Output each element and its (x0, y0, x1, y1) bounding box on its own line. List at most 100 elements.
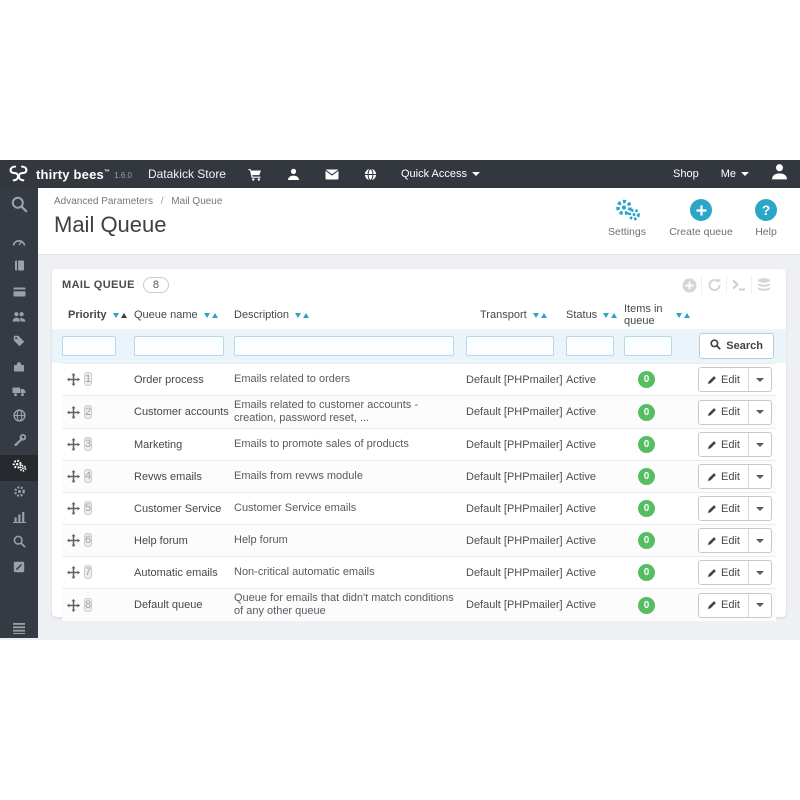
database-icon[interactable] (751, 276, 776, 294)
column-header-transport[interactable]: Transport (466, 309, 566, 321)
column-header-status[interactable]: Status (566, 309, 624, 321)
store-name[interactable]: Datakick Store (148, 167, 226, 181)
globe-icon[interactable] (364, 167, 377, 181)
sort-asc-icon[interactable] (303, 312, 310, 318)
sidebar-item-customers[interactable] (0, 305, 38, 330)
edit-split-button[interactable]: Edit (698, 496, 772, 521)
edit-split-button[interactable]: Edit (698, 367, 772, 392)
edit-split-button[interactable]: Edit (698, 592, 772, 618)
sort-icons[interactable] (112, 312, 127, 318)
help-button[interactable]: ? Help (746, 197, 786, 238)
sidebar-item-price-rules[interactable] (0, 330, 38, 355)
sidebar-item-preferences[interactable] (0, 481, 38, 506)
sidebar-item-localization[interactable] (0, 405, 38, 430)
edit-button[interactable]: Edit (699, 594, 748, 617)
sidebar-item-shipping[interactable] (0, 380, 38, 405)
sort-asc-icon[interactable] (611, 312, 618, 318)
drag-handle-icon[interactable] (62, 598, 84, 612)
drag-handle-icon[interactable] (62, 502, 84, 515)
table-row[interactable]: 8 Default queue Queue for emails that di… (62, 588, 776, 621)
edit-button[interactable]: Edit (699, 401, 748, 424)
table-row[interactable]: 7 Automatic emails Non-critical automati… (62, 556, 776, 588)
edit-button[interactable]: Edit (699, 433, 748, 456)
filter-status-input[interactable] (566, 336, 614, 356)
sidebar-item-tools[interactable] (0, 430, 38, 455)
drag-handle-icon[interactable] (62, 470, 84, 483)
user-icon[interactable] (287, 168, 300, 181)
sort-desc-icon[interactable] (676, 312, 682, 318)
sidebar-item-modules[interactable] (0, 355, 38, 380)
table-row[interactable]: 1 Order process Emails related to orders… (62, 363, 776, 395)
column-header-items-in-queue[interactable]: Items in queue (624, 303, 690, 327)
drag-handle-icon[interactable] (62, 373, 84, 386)
table-row[interactable]: 3 Marketing Emails to promote sales of p… (62, 428, 776, 460)
sidebar-collapse-toggle[interactable] (0, 617, 38, 642)
sort-icons[interactable] (203, 312, 218, 318)
edit-dropdown-toggle[interactable] (748, 529, 771, 552)
refresh-icon[interactable] (701, 276, 726, 294)
sort-desc-icon[interactable] (203, 312, 210, 318)
table-row[interactable]: 4 Revws emails Emails from revws module … (62, 460, 776, 492)
sort-desc-icon[interactable] (532, 312, 539, 318)
column-header-queue-name[interactable]: Queue name (134, 309, 234, 321)
cart-icon[interactable] (248, 168, 262, 181)
edit-dropdown-toggle[interactable] (748, 433, 771, 456)
column-header-description[interactable]: Description (234, 309, 466, 321)
edit-button[interactable]: Edit (699, 368, 748, 391)
edit-split-button[interactable]: Edit (698, 399, 772, 425)
filter-items-input[interactable] (624, 336, 672, 356)
brand-name[interactable]: thirty bees™ (36, 167, 110, 182)
drag-handle-icon[interactable] (62, 438, 84, 451)
breadcrumb-parent[interactable]: Advanced Parameters (54, 196, 153, 207)
filter-queue-name-input[interactable] (134, 336, 224, 356)
edit-split-button[interactable]: Edit (698, 560, 772, 585)
sidebar-item-dashboard[interactable] (0, 230, 38, 255)
sort-desc-icon[interactable] (112, 312, 119, 318)
drag-handle-icon[interactable] (62, 566, 84, 579)
settings-button[interactable]: Settings (598, 197, 656, 238)
sort-asc-icon[interactable] (684, 312, 690, 318)
edit-split-button[interactable]: Edit (698, 432, 772, 457)
edit-button[interactable]: Edit (699, 465, 748, 488)
sort-icons[interactable] (603, 312, 618, 318)
sidebar-item-orders[interactable] (0, 280, 38, 305)
sort-desc-icon[interactable] (603, 312, 610, 318)
sort-icons[interactable] (676, 312, 690, 318)
envelope-icon[interactable] (325, 169, 339, 180)
add-icon[interactable] (677, 276, 701, 294)
edit-dropdown-toggle[interactable] (748, 400, 771, 424)
edit-dropdown-toggle[interactable] (748, 561, 771, 584)
sort-icons[interactable] (532, 312, 547, 318)
table-row[interactable]: 5 Customer Service Customer Service emai… (62, 492, 776, 524)
avatar-icon[interactable] (771, 163, 788, 185)
edit-split-button[interactable]: Edit (698, 464, 772, 489)
create-queue-button[interactable]: Create queue (669, 197, 733, 238)
filter-priority-input[interactable] (62, 336, 116, 356)
table-row[interactable]: 6 Help forum Help forum Default [PHPmail… (62, 524, 776, 556)
edit-button[interactable]: Edit (699, 561, 748, 584)
drag-handle-icon[interactable] (62, 405, 84, 419)
edit-dropdown-toggle[interactable] (748, 368, 771, 391)
sort-desc-icon[interactable] (295, 312, 302, 318)
sort-asc-icon[interactable] (120, 312, 127, 318)
edit-dropdown-toggle[interactable] (748, 497, 771, 520)
shop-link[interactable]: Shop (673, 168, 699, 180)
sidebar-item-advanced-parameters[interactable] (0, 455, 38, 481)
filter-transport-input[interactable] (466, 336, 554, 356)
drag-handle-icon[interactable] (62, 534, 84, 547)
table-row[interactable]: 2 Customer accounts Emails related to cu… (62, 395, 776, 428)
sort-asc-icon[interactable] (540, 312, 547, 318)
quick-access-menu[interactable]: Quick Access (401, 168, 481, 180)
sidebar-item-search[interactable] (0, 188, 38, 226)
edit-dropdown-toggle[interactable] (748, 465, 771, 488)
edit-button[interactable]: Edit (699, 529, 748, 552)
me-menu[interactable]: Me (721, 168, 749, 180)
edit-button[interactable]: Edit (699, 497, 748, 520)
filter-description-input[interactable] (234, 336, 454, 356)
sort-icons[interactable] (295, 312, 310, 318)
search-button[interactable]: Search (699, 333, 774, 359)
edit-split-button[interactable]: Edit (698, 528, 772, 553)
edit-dropdown-toggle[interactable] (748, 593, 771, 617)
thirtybees-logo-icon[interactable] (0, 164, 36, 185)
sidebar-item-logs[interactable] (0, 556, 38, 581)
